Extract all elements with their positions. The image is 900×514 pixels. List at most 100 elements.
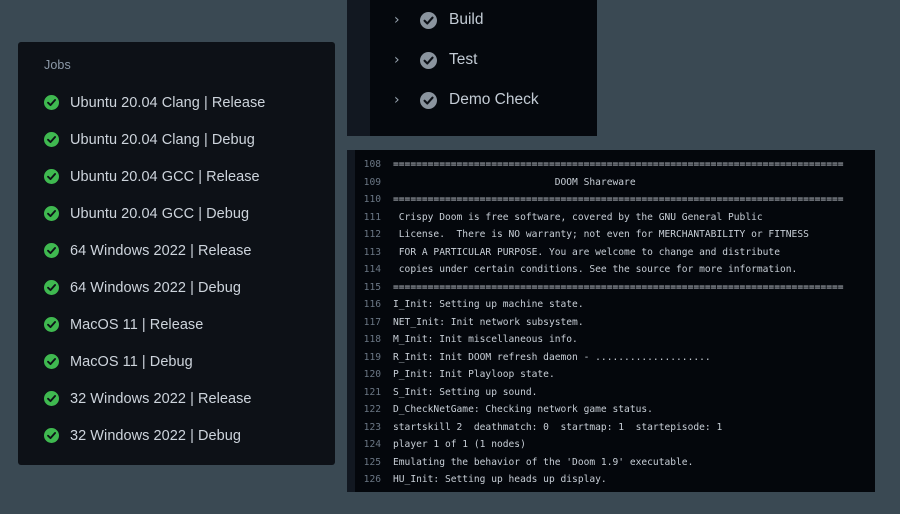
log-line: 112 License. There is NO warranty; not e… (347, 226, 875, 244)
job-label: Ubuntu 20.04 GCC | Release (70, 168, 260, 185)
log-line: 119 R_Init: Init DOOM refresh daemon - ..… (347, 349, 875, 367)
job-list-item[interactable]: Ubuntu 20.04 Clang | Release (18, 84, 335, 121)
job-list-item[interactable]: Ubuntu 20.04 Clang | Debug (18, 121, 335, 158)
job-list-item[interactable]: Ubuntu 20.04 GCC | Debug (18, 195, 335, 232)
log-line-number: 123 (363, 421, 381, 433)
log-line-text: startskill 2 deathmatch: 0 startmap: 1 s… (393, 421, 723, 433)
check-circle-icon (44, 280, 59, 295)
log-line-number: 115 (363, 281, 381, 293)
log-line: 116 I_Init: Setting up machine state. (347, 296, 875, 314)
check-circle-icon (44, 354, 59, 369)
log-line-number: 113 (363, 246, 381, 258)
log-line-number: 108 (363, 159, 381, 171)
log-line-text: FOR A PARTICULAR PURPOSE. You are welcom… (393, 246, 780, 258)
log-line-number: 112 (363, 229, 381, 241)
job-label: Ubuntu 20.04 Clang | Debug (70, 131, 255, 148)
log-line-number: 124 (363, 439, 381, 451)
jobs-panel-title: Jobs (44, 58, 71, 72)
log-line-number: 126 (363, 474, 381, 486)
log-line: 121 S_Init: Setting up sound. (347, 384, 875, 402)
job-list-item[interactable]: Ubuntu 20.04 GCC | Release (18, 158, 335, 195)
workflow-step-item[interactable]: › Test (347, 40, 597, 80)
check-circle-icon (44, 132, 59, 147)
log-line-text: player 1 of 1 (1 nodes) (393, 439, 526, 451)
chevron-right-icon[interactable]: › (394, 13, 406, 27)
log-line: 123 startskill 2 deathmatch: 0 startmap: … (347, 419, 875, 437)
log-line-list: 108 =====================================… (347, 150, 875, 492)
log-line-text: I_Init: Setting up machine state. (393, 299, 584, 311)
log-line: 113 FOR A PARTICULAR PURPOSE. You are we… (347, 244, 875, 262)
log-line-text: Emulating the behavior of the 'Doom 1.9'… (393, 456, 694, 468)
job-list-item[interactable]: MacOS 11 | Release (18, 306, 335, 343)
check-circle-icon (44, 243, 59, 258)
log-line-number: 122 (363, 404, 381, 416)
job-list-item[interactable]: MacOS 11 | Debug (18, 343, 335, 380)
workflow-steps-panel: › Build › Test › Demo Check (347, 0, 597, 136)
check-circle-icon (420, 11, 437, 29)
workflow-step-item[interactable]: › Build (347, 0, 597, 40)
workflow-steps-list: › Build › Test › Demo Check (347, 0, 597, 120)
log-line-text: copies under certain conditions. See the… (393, 264, 798, 276)
log-line-text: HU_Init: Setting up heads up display. (393, 474, 607, 486)
log-line: 125 Emulating the behavior of the 'Doom 1… (347, 454, 875, 472)
log-line-text: ========================================… (393, 159, 844, 171)
check-circle-icon (44, 95, 59, 110)
chevron-right-icon[interactable]: › (394, 53, 406, 67)
log-line-text: S_Init: Setting up sound. (393, 386, 538, 398)
log-line: 109 DOOM Shareware (347, 174, 875, 192)
log-line: 110 =====================================… (347, 191, 875, 209)
log-line-text: DOOM Shareware (393, 176, 636, 188)
check-circle-icon (44, 391, 59, 406)
log-line-text: D_CheckNetGame: Checking network game st… (393, 404, 653, 416)
build-log-panel[interactable]: 108 =====================================… (347, 150, 875, 492)
workflow-step-item[interactable]: › Demo Check (347, 80, 597, 120)
log-line: 114 copies under certain conditions. See… (347, 261, 875, 279)
job-list-item[interactable]: 32 Windows 2022 | Release (18, 380, 335, 417)
log-line-text: NET_Init: Init network subsystem. (393, 316, 584, 328)
check-circle-icon (44, 317, 59, 332)
log-line-number: 111 (363, 211, 381, 223)
workflow-step-label: Test (449, 51, 478, 68)
check-circle-icon (44, 428, 59, 443)
log-line-number: 109 (363, 176, 381, 188)
workflow-step-label: Build (449, 11, 484, 28)
log-line: 124 player 1 of 1 (1 nodes) (347, 436, 875, 454)
log-line-number: 110 (363, 194, 381, 206)
jobs-panel: Jobs Ubuntu 20.04 Clang | Release Ubuntu … (18, 42, 335, 465)
check-circle-icon (44, 206, 59, 221)
log-line: 120 P_Init: Init Playloop state. (347, 366, 875, 384)
log-line-number: 119 (363, 351, 381, 363)
log-line-text: ========================================… (393, 194, 844, 206)
job-label: 32 Windows 2022 | Debug (70, 427, 241, 444)
job-label: MacOS 11 | Debug (70, 353, 193, 370)
chevron-right-icon[interactable]: › (394, 93, 406, 107)
job-label: Ubuntu 20.04 Clang | Release (70, 94, 266, 111)
log-line: 126 HU_Init: Setting up heads up display. (347, 471, 875, 489)
check-circle-icon (44, 169, 59, 184)
log-line-number: 114 (363, 264, 381, 276)
job-label: Ubuntu 20.04 GCC | Debug (70, 205, 250, 222)
job-list-item[interactable]: 64 Windows 2022 | Debug (18, 269, 335, 306)
job-label: 64 Windows 2022 | Debug (70, 279, 241, 296)
check-circle-icon (420, 91, 437, 109)
log-line: 122 D_CheckNetGame: Checking network game… (347, 401, 875, 419)
log-line-number: 120 (363, 369, 381, 381)
check-circle-icon (420, 51, 437, 69)
log-line-number: 117 (363, 316, 381, 328)
log-line: 127ST_Init: Init status bar. (347, 489, 875, 493)
log-line-text: License. There is NO warranty; not even … (393, 229, 809, 241)
job-label: 64 Windows 2022 | Release (70, 242, 252, 259)
log-line-text: ========================================… (393, 281, 844, 293)
log-line-text: M_Init: Init miscellaneous info. (393, 334, 578, 346)
log-line: 115 =====================================… (347, 279, 875, 297)
log-line: 118 M_Init: Init miscellaneous info. (347, 331, 875, 349)
log-line-number: 116 (363, 299, 381, 311)
job-list-item[interactable]: 32 Windows 2022 | Debug (18, 417, 335, 454)
jobs-list: Ubuntu 20.04 Clang | Release Ubuntu 20.04… (18, 84, 335, 454)
log-line-number: 121 (363, 386, 381, 398)
log-line: 108 =====================================… (347, 156, 875, 174)
log-line-number: 125 (363, 456, 381, 468)
log-line-text: R_Init: Init DOOM refresh daemon - .....… (393, 351, 711, 363)
log-line-text: Crispy Doom is free software, covered by… (393, 211, 763, 223)
job-list-item[interactable]: 64 Windows 2022 | Release (18, 232, 335, 269)
